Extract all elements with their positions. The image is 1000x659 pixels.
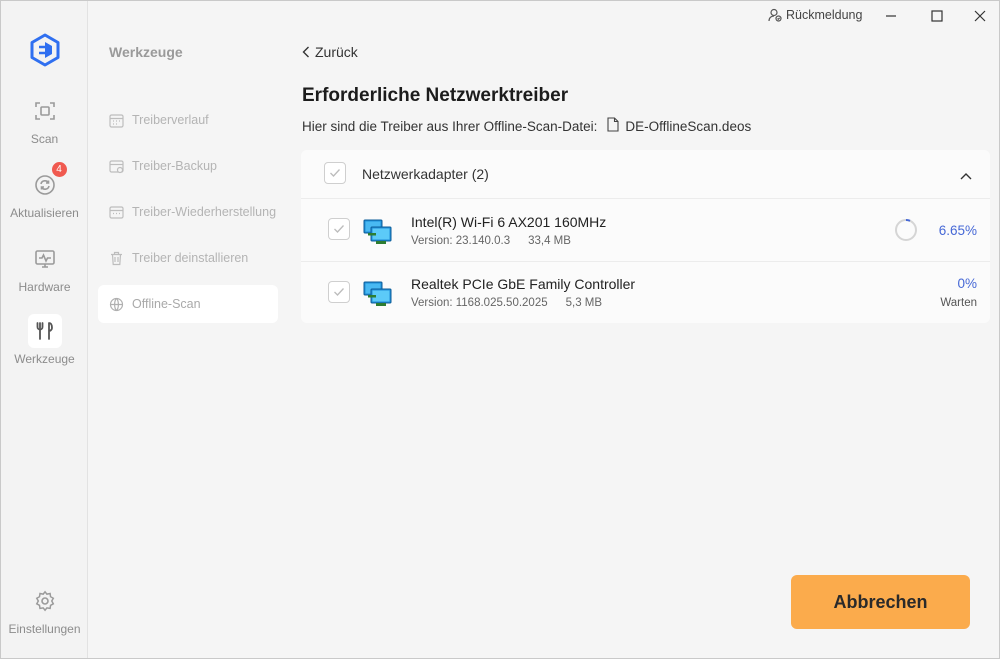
rail-item-hardware[interactable]: Hardware bbox=[1, 242, 88, 294]
tool-item-driver-backup[interactable]: Treiber-Backup bbox=[98, 147, 278, 185]
maximize-icon bbox=[931, 10, 943, 22]
network-adapter-icon bbox=[363, 218, 393, 246]
refresh-icon: 4 bbox=[28, 162, 67, 202]
driver-version: Version: 23.140.0.3 bbox=[411, 235, 511, 247]
loading-spinner-icon bbox=[894, 218, 918, 242]
tools-panel-title: Werkzeuge bbox=[109, 44, 183, 60]
driver-meta: Version: 23.140.0.3 33,4 MB bbox=[411, 235, 571, 247]
tool-item-driver-uninstall[interactable]: Treiber deinstallieren bbox=[98, 239, 278, 277]
rail-item-tools[interactable]: Werkzeuge bbox=[1, 314, 88, 366]
calendar-icon bbox=[108, 112, 124, 128]
rail-item-scan[interactable]: Scan bbox=[1, 94, 88, 146]
driver-version: Version: 1168.025.50.2025 bbox=[411, 297, 548, 309]
tool-item-driver-history[interactable]: Treiberverlauf bbox=[98, 101, 278, 139]
network-adapter-icon bbox=[363, 280, 393, 308]
driver-size: 5,3 MB bbox=[565, 297, 603, 309]
driver-name: Intel(R) Wi-Fi 6 AX201 160MHz bbox=[411, 214, 607, 230]
trash-icon bbox=[108, 250, 124, 266]
file-icon bbox=[607, 117, 619, 135]
restore-icon bbox=[108, 204, 124, 220]
cancel-button[interactable]: Abbrechen bbox=[791, 575, 970, 629]
tool-item-label: Treiber-Wiederherstellung bbox=[132, 205, 277, 219]
driver-progress: 6.65% bbox=[938, 223, 977, 238]
check-icon bbox=[334, 288, 344, 296]
page-subtitle: Hier sind die Treiber aus Ihrer Offline-… bbox=[302, 117, 751, 135]
back-button[interactable]: Zurück bbox=[302, 44, 358, 60]
app-logo-icon bbox=[28, 33, 62, 67]
tool-item-label: Treiber deinstallieren bbox=[132, 251, 249, 265]
group-header[interactable]: Netzwerkadapter (2) bbox=[301, 150, 990, 199]
tool-item-label: Treiber-Backup bbox=[132, 159, 217, 173]
driver-meta: Version: 1168.025.50.2025 5,3 MB bbox=[411, 297, 602, 309]
group-label: Netzwerkadapter (2) bbox=[362, 166, 489, 182]
back-label: Zurück bbox=[315, 44, 358, 60]
feedback-label: Rückmeldung bbox=[786, 8, 863, 22]
update-count-badge: 4 bbox=[51, 162, 67, 177]
close-icon bbox=[974, 10, 986, 22]
group-checkbox[interactable] bbox=[324, 162, 346, 184]
driver-row: Intel(R) Wi-Fi 6 AX201 160MHz Version: 2… bbox=[301, 200, 990, 262]
tools-panel: Werkzeuge Treiberverlauf Treiber-Backup … bbox=[89, 1, 287, 658]
driver-checkbox[interactable] bbox=[328, 218, 350, 240]
backup-icon bbox=[108, 158, 124, 174]
rail-item-label: Einstellungen bbox=[8, 622, 81, 636]
tool-item-driver-restore[interactable]: Treiber-Wiederherstellung bbox=[98, 193, 278, 231]
driver-name: Realtek PCIe GbE Family Controller bbox=[411, 276, 636, 292]
tool-item-label: Offline-Scan bbox=[132, 297, 201, 311]
scan-icon bbox=[28, 94, 62, 128]
rail-item-settings[interactable]: Einstellungen bbox=[1, 584, 88, 636]
file-name: DE-OfflineScan.deos bbox=[625, 118, 752, 134]
driver-row: Realtek PCIe GbE Family Controller Versi… bbox=[301, 261, 990, 323]
gear-icon bbox=[28, 584, 62, 618]
rail-item-label: Hardware bbox=[18, 280, 71, 294]
driver-list-card: Netzwerkadapter (2) Intel(R) Wi-Fi 6 AX2… bbox=[301, 150, 990, 323]
app-window: Scan 4 Aktualisieren Hardware Werkzeuge … bbox=[0, 0, 1000, 659]
main-sidebar: Scan 4 Aktualisieren Hardware Werkzeuge … bbox=[1, 1, 88, 658]
check-icon bbox=[330, 169, 340, 177]
tools-icon bbox=[27, 314, 62, 348]
check-icon bbox=[334, 225, 344, 233]
driver-size: 33,4 MB bbox=[528, 235, 571, 247]
feedback-icon bbox=[768, 8, 782, 22]
chevron-up-icon[interactable] bbox=[960, 167, 972, 185]
rail-item-label: Werkzeuge bbox=[14, 352, 75, 366]
hardware-icon bbox=[28, 242, 62, 276]
tool-item-label: Treiberverlauf bbox=[132, 113, 209, 127]
feedback-link[interactable]: Rückmeldung bbox=[768, 8, 862, 22]
chevron-left-icon bbox=[302, 46, 309, 58]
driver-status: Warten bbox=[940, 297, 977, 309]
driver-checkbox[interactable] bbox=[328, 281, 350, 303]
globe-icon bbox=[108, 296, 124, 312]
close-button[interactable] bbox=[971, 7, 989, 25]
page-title: Erforderliche Netzwerktreiber bbox=[302, 85, 569, 106]
driver-progress: 0% bbox=[957, 276, 977, 291]
subtitle-text: Hier sind die Treiber aus Ihrer Offline-… bbox=[302, 118, 598, 134]
rail-item-label: Aktualisieren bbox=[10, 206, 79, 220]
maximize-button[interactable] bbox=[928, 7, 946, 25]
rail-item-label: Scan bbox=[30, 132, 59, 146]
minimize-icon bbox=[886, 15, 896, 17]
minimize-button[interactable] bbox=[882, 7, 900, 25]
tool-item-offline-scan[interactable]: Offline-Scan bbox=[98, 285, 278, 323]
rail-item-update[interactable]: 4 Aktualisieren bbox=[1, 162, 88, 220]
